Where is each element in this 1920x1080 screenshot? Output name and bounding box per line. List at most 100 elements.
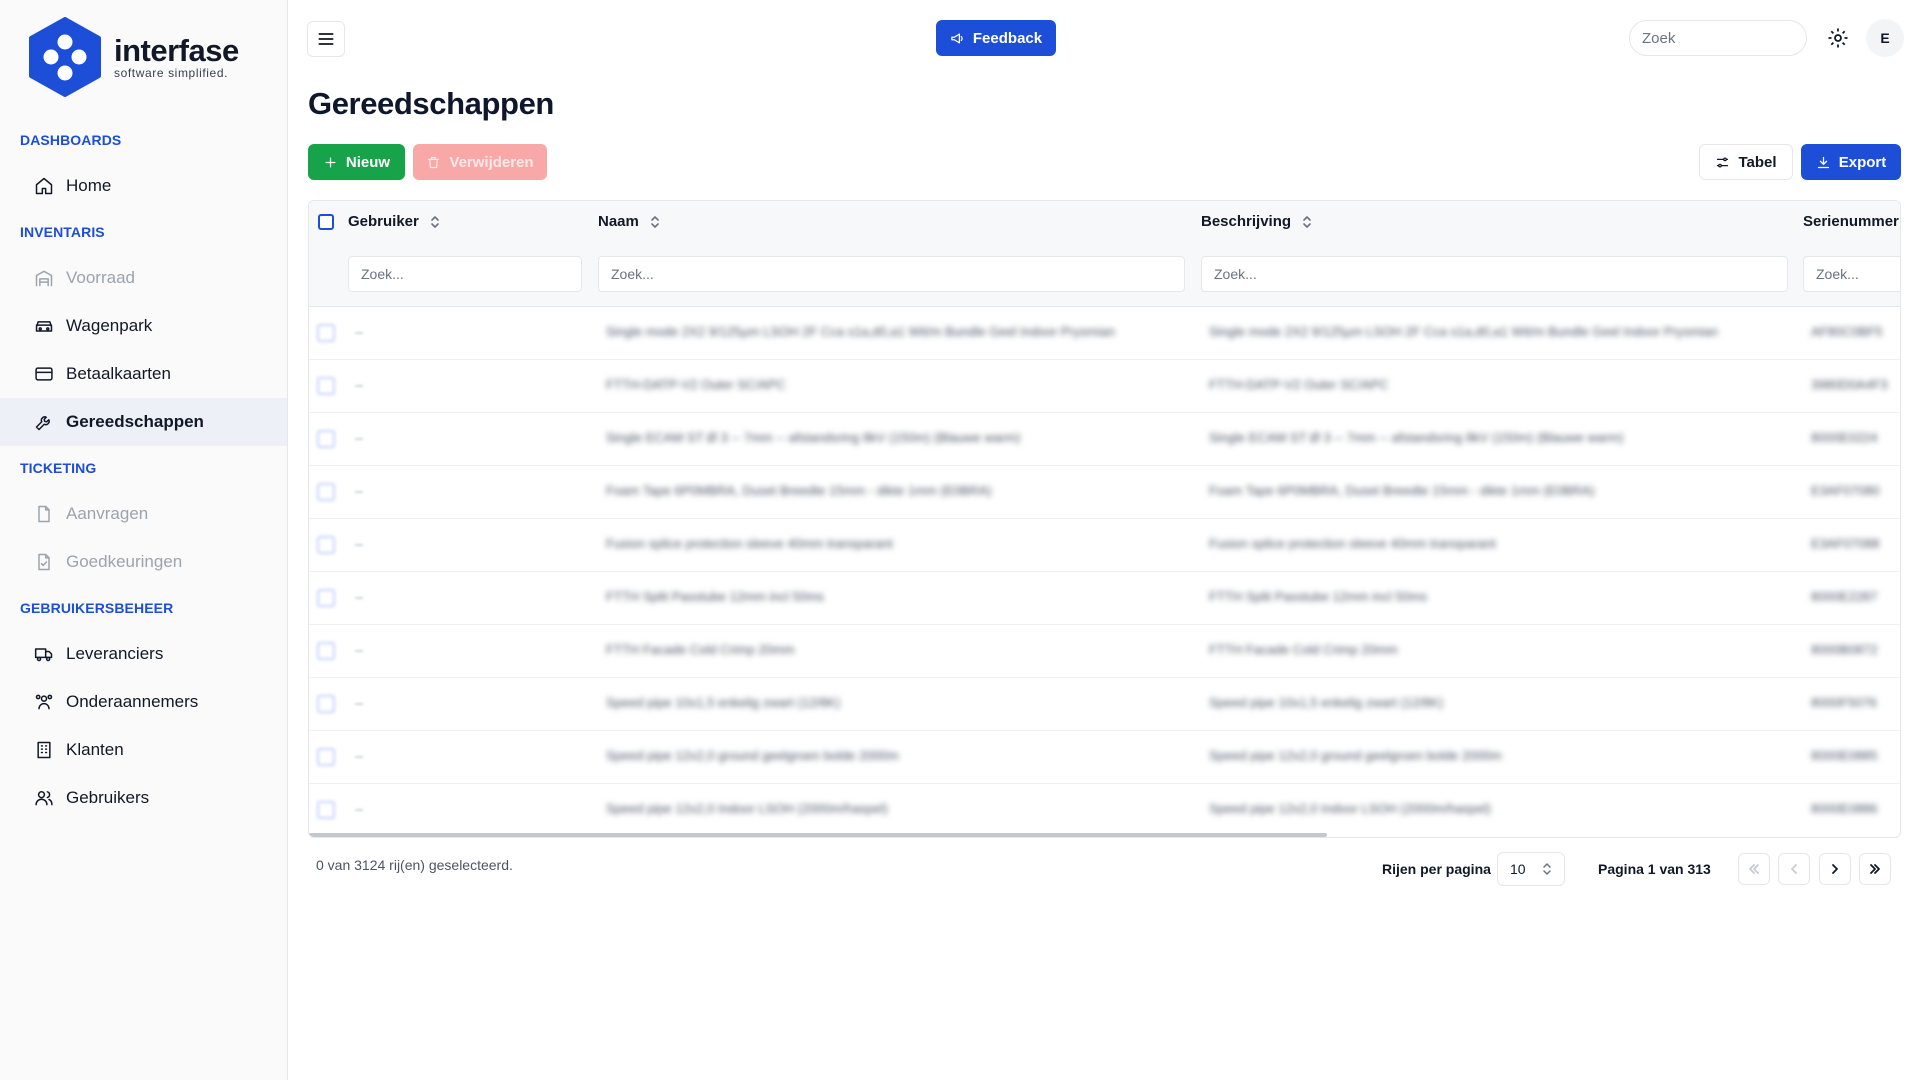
brand-tagline: software simplified. (114, 66, 229, 80)
brand-logo[interactable]: interfase software simplified. (28, 17, 239, 97)
sidebar-item-wagenpark[interactable]: Wagenpark (0, 302, 287, 350)
table-row[interactable]: FTTH-DATP-V2 Outer SC/APC FTTH-DATP-V2 Ou… (309, 360, 1900, 413)
row-checkbox[interactable] (317, 377, 335, 395)
table-row[interactable]: Speed pipe 10x1,5 enkelig zwart (12/8K) S… (309, 678, 1900, 731)
naam-cell: Speed pipe 10x1,5 enkelig zwart (12/8K) (606, 695, 841, 710)
sidebar-item-klanten[interactable]: Klanten (0, 726, 287, 774)
sidebar-item-onderaannemers[interactable]: Onderaannemers (0, 678, 287, 726)
chevron-right-icon (1832, 864, 1838, 874)
horizontal-scrollbar[interactable] (309, 833, 1327, 837)
row-checkbox[interactable] (317, 801, 335, 819)
chevrons-left-icon (1749, 864, 1759, 874)
beschrijving-cell: Single mode 2X2 9/125µm LSOH 2F Cca s1a,… (1209, 324, 1718, 339)
last-page-button[interactable] (1859, 853, 1891, 885)
sidebar-item-home[interactable]: Home (0, 162, 287, 210)
wrench-icon (35, 416, 50, 431)
sidebar-item-label: Aanvragen (66, 504, 149, 523)
sidebar-item-voorraad[interactable]: Voorraad (0, 254, 287, 302)
car-icon (35, 321, 53, 332)
file-check-icon (38, 553, 50, 571)
rows-per-page-select[interactable]: 10 (1497, 852, 1565, 886)
gebruiker-cell (355, 809, 363, 811)
section-inventaris: INVENTARIS (20, 224, 105, 240)
sidebar-item-aanvragen[interactable]: Aanvragen (0, 490, 287, 538)
sidebar-item-gebruikers[interactable]: Gebruikers (0, 774, 287, 822)
filter-naam-input[interactable] (598, 256, 1185, 292)
settings-button[interactable] (1826, 26, 1850, 50)
naam-cell: Speed pipe 12x2,0 Indoor LSOH (2000m/has… (606, 801, 888, 816)
sidebar: interfase software simplified. DASHBOARD… (0, 0, 288, 1080)
delete-button[interactable]: Verwijderen (413, 144, 547, 180)
row-checkbox[interactable] (317, 748, 335, 766)
data-table: Gebruiker Naam Beschrijving Serienummer … (308, 200, 1901, 838)
serienummer-cell: 8000E0224 (1811, 430, 1878, 445)
sort-icon (649, 215, 661, 229)
page-title: Gereedschappen (308, 86, 554, 121)
delete-label: Verwijderen (449, 153, 534, 171)
sidebar-item-goedkeuringen[interactable]: Goedkeuringen (0, 538, 287, 586)
row-checkbox[interactable] (317, 483, 335, 501)
section-ticketing: TICKETING (20, 460, 97, 476)
row-checkbox[interactable] (317, 324, 335, 342)
table-header: Gebruiker Naam Beschrijving Serienummer (309, 201, 1900, 307)
row-checkbox[interactable] (317, 589, 335, 607)
sidebar-item-gereedschappen[interactable]: Gereedschappen (0, 398, 287, 446)
table-view-button[interactable]: Tabel (1699, 144, 1793, 180)
serienummer-cell: 3980D0A4F3 (1811, 377, 1888, 392)
next-page-button[interactable] (1819, 853, 1851, 885)
table-row[interactable]: Single ECAM ST Ø 3 -- 7mm -- afstandsrin… (309, 413, 1900, 466)
logo-hexagon-icon (29, 17, 101, 97)
new-label: Nieuw (345, 153, 391, 171)
row-checkbox[interactable] (317, 536, 335, 554)
filter-gebruiker-input[interactable] (348, 256, 582, 292)
gebruiker-cell (355, 650, 363, 652)
first-page-button[interactable] (1738, 853, 1770, 885)
previous-page-button[interactable] (1778, 853, 1810, 885)
home-icon (35, 177, 53, 195)
table-row[interactable]: FTTH Split Passtube 12mm incl 50ms FTTH S… (309, 572, 1900, 625)
naam-cell: FTTH Split Passtube 12mm incl 50ms (606, 589, 825, 604)
feedback-label: Feedback (972, 29, 1043, 47)
new-button[interactable]: Nieuw (308, 144, 405, 180)
table-row[interactable]: FTTH Facade Cold Crimp 20mm FTTH Facade C… (309, 625, 1900, 678)
table-row[interactable]: Speed pipe 12x2,0 Indoor LSOH (2000m/has… (309, 784, 1900, 837)
table-row[interactable]: Speed pipe 12x2,0 ground geelgroen bolde… (309, 731, 1900, 784)
page-indicator: Pagina 1 van 313 (1598, 861, 1711, 877)
sidebar-item-betaalkaarten[interactable]: Betaalkaarten (0, 350, 287, 398)
column-header-beschrijving[interactable]: Beschrijving (1201, 213, 1313, 230)
chevron-left-icon (1791, 864, 1797, 874)
row-checkbox[interactable] (317, 642, 335, 660)
feedback-button[interactable]: Feedback (936, 20, 1056, 56)
row-checkbox[interactable] (317, 695, 335, 713)
gebruiker-cell (355, 332, 363, 334)
table-row[interactable]: Foam Tape 6P0MBRA, Duset Breedte 15mm - … (309, 466, 1900, 519)
sidebar-item-label: Goedkeuringen (66, 552, 183, 571)
sort-icon (1301, 215, 1313, 229)
row-checkbox[interactable] (317, 430, 335, 448)
sort-icon (429, 215, 441, 229)
column-header-serienummer[interactable]: Serienummer (1803, 213, 1899, 230)
global-search-input[interactable] (1629, 20, 1807, 56)
filter-serienummer-input[interactable] (1803, 256, 1900, 292)
plus-icon (325, 157, 336, 167)
column-header-gebruiker[interactable]: Gebruiker (348, 213, 441, 230)
gebruiker-cell (355, 385, 363, 387)
sidebar-item-label: Gereedschappen (66, 412, 204, 431)
beschrijving-cell: Foam Tape 6P0MBRA, Duset Breedte 15mm - … (1209, 483, 1595, 498)
sidebar-item-label: Voorraad (66, 268, 135, 287)
column-header-naam[interactable]: Naam (598, 213, 661, 230)
menu-toggle-button[interactable] (307, 21, 345, 57)
user-avatar[interactable]: E (1866, 19, 1904, 57)
sidebar-item-label: Onderaannemers (66, 692, 199, 711)
gebruiker-cell (355, 597, 363, 599)
beschrijving-cell: Speed pipe 12x2,0 Indoor LSOH (2000m/has… (1209, 801, 1491, 816)
table-row[interactable]: Fusion splice protection sleeve 40mm tra… (309, 519, 1900, 572)
table-row[interactable]: Single mode 2X2 9/125µm LSOH 2F Cca s1a,… (309, 307, 1900, 360)
sidebar-item-leveranciers[interactable]: Leveranciers (0, 630, 287, 678)
gebruiker-cell (355, 756, 363, 758)
beschrijving-cell: FTTH Facade Cold Crimp 20mm (1209, 642, 1398, 657)
select-all-checkbox[interactable] (318, 214, 334, 230)
rows-per-page-label: Rijen per pagina (1382, 861, 1491, 877)
export-button[interactable]: Export (1801, 144, 1901, 180)
filter-beschrijving-input[interactable] (1201, 256, 1788, 292)
